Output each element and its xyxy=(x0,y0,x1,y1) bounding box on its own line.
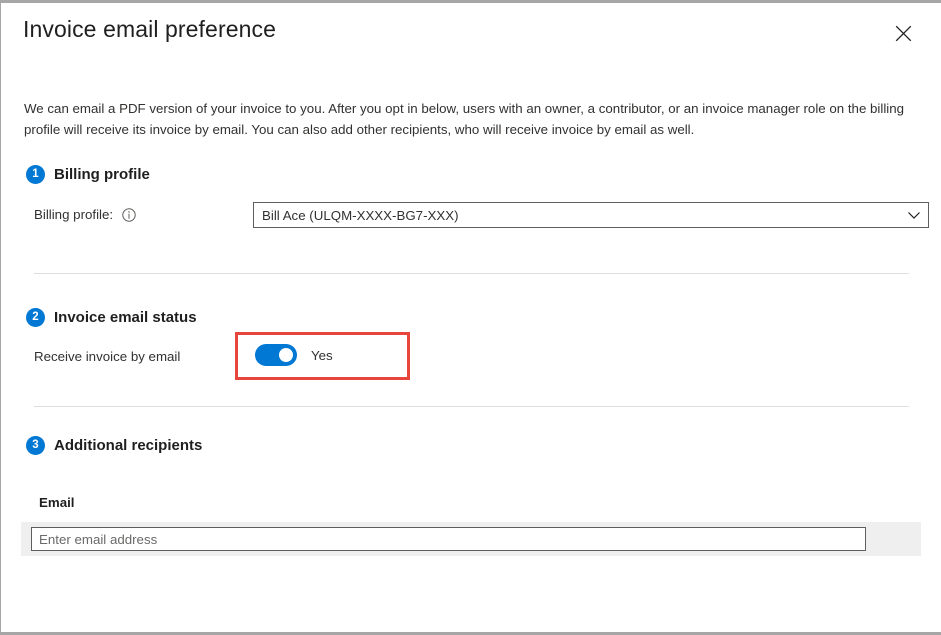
info-icon[interactable] xyxy=(122,208,136,222)
toggle-state-label: Yes xyxy=(311,348,333,363)
step-number-badge: 3 xyxy=(26,436,45,455)
receive-invoice-label: Receive invoice by email xyxy=(34,349,180,364)
email-column-header: Email xyxy=(39,495,74,510)
billing-profile-label-text: Billing profile: xyxy=(34,207,113,222)
billing-profile-selected-value: Bill Ace (ULQM-XXXX-BG7-XXX) xyxy=(262,208,906,223)
section-title: Billing profile xyxy=(54,166,150,183)
email-input[interactable] xyxy=(31,527,866,551)
toggle-knob xyxy=(279,348,293,362)
page-title: Invoice email preference xyxy=(23,16,276,43)
invoice-email-preference-panel: Invoice email preference We can email a … xyxy=(0,0,941,635)
billing-profile-label: Billing profile: xyxy=(34,207,136,222)
section-divider xyxy=(34,273,909,274)
section-title: Invoice email status xyxy=(54,309,197,326)
toggle-switch[interactable] xyxy=(255,344,297,366)
receive-invoice-toggle[interactable]: Yes xyxy=(255,344,333,366)
section-header-billing-profile: 1 Billing profile xyxy=(26,165,150,184)
close-icon[interactable] xyxy=(889,19,917,47)
section-divider xyxy=(34,406,909,407)
chevron-down-icon xyxy=(906,207,922,223)
section-title: Additional recipients xyxy=(54,437,202,454)
panel-description: We can email a PDF version of your invoi… xyxy=(24,98,910,140)
step-number-badge: 2 xyxy=(26,308,45,327)
section-header-additional-recipients: 3 Additional recipients xyxy=(26,436,202,455)
billing-profile-dropdown[interactable]: Bill Ace (ULQM-XXXX-BG7-XXX) xyxy=(253,202,929,228)
email-input-row xyxy=(21,522,921,556)
section-header-invoice-email-status: 2 Invoice email status xyxy=(26,308,197,327)
step-number-badge: 1 xyxy=(26,165,45,184)
